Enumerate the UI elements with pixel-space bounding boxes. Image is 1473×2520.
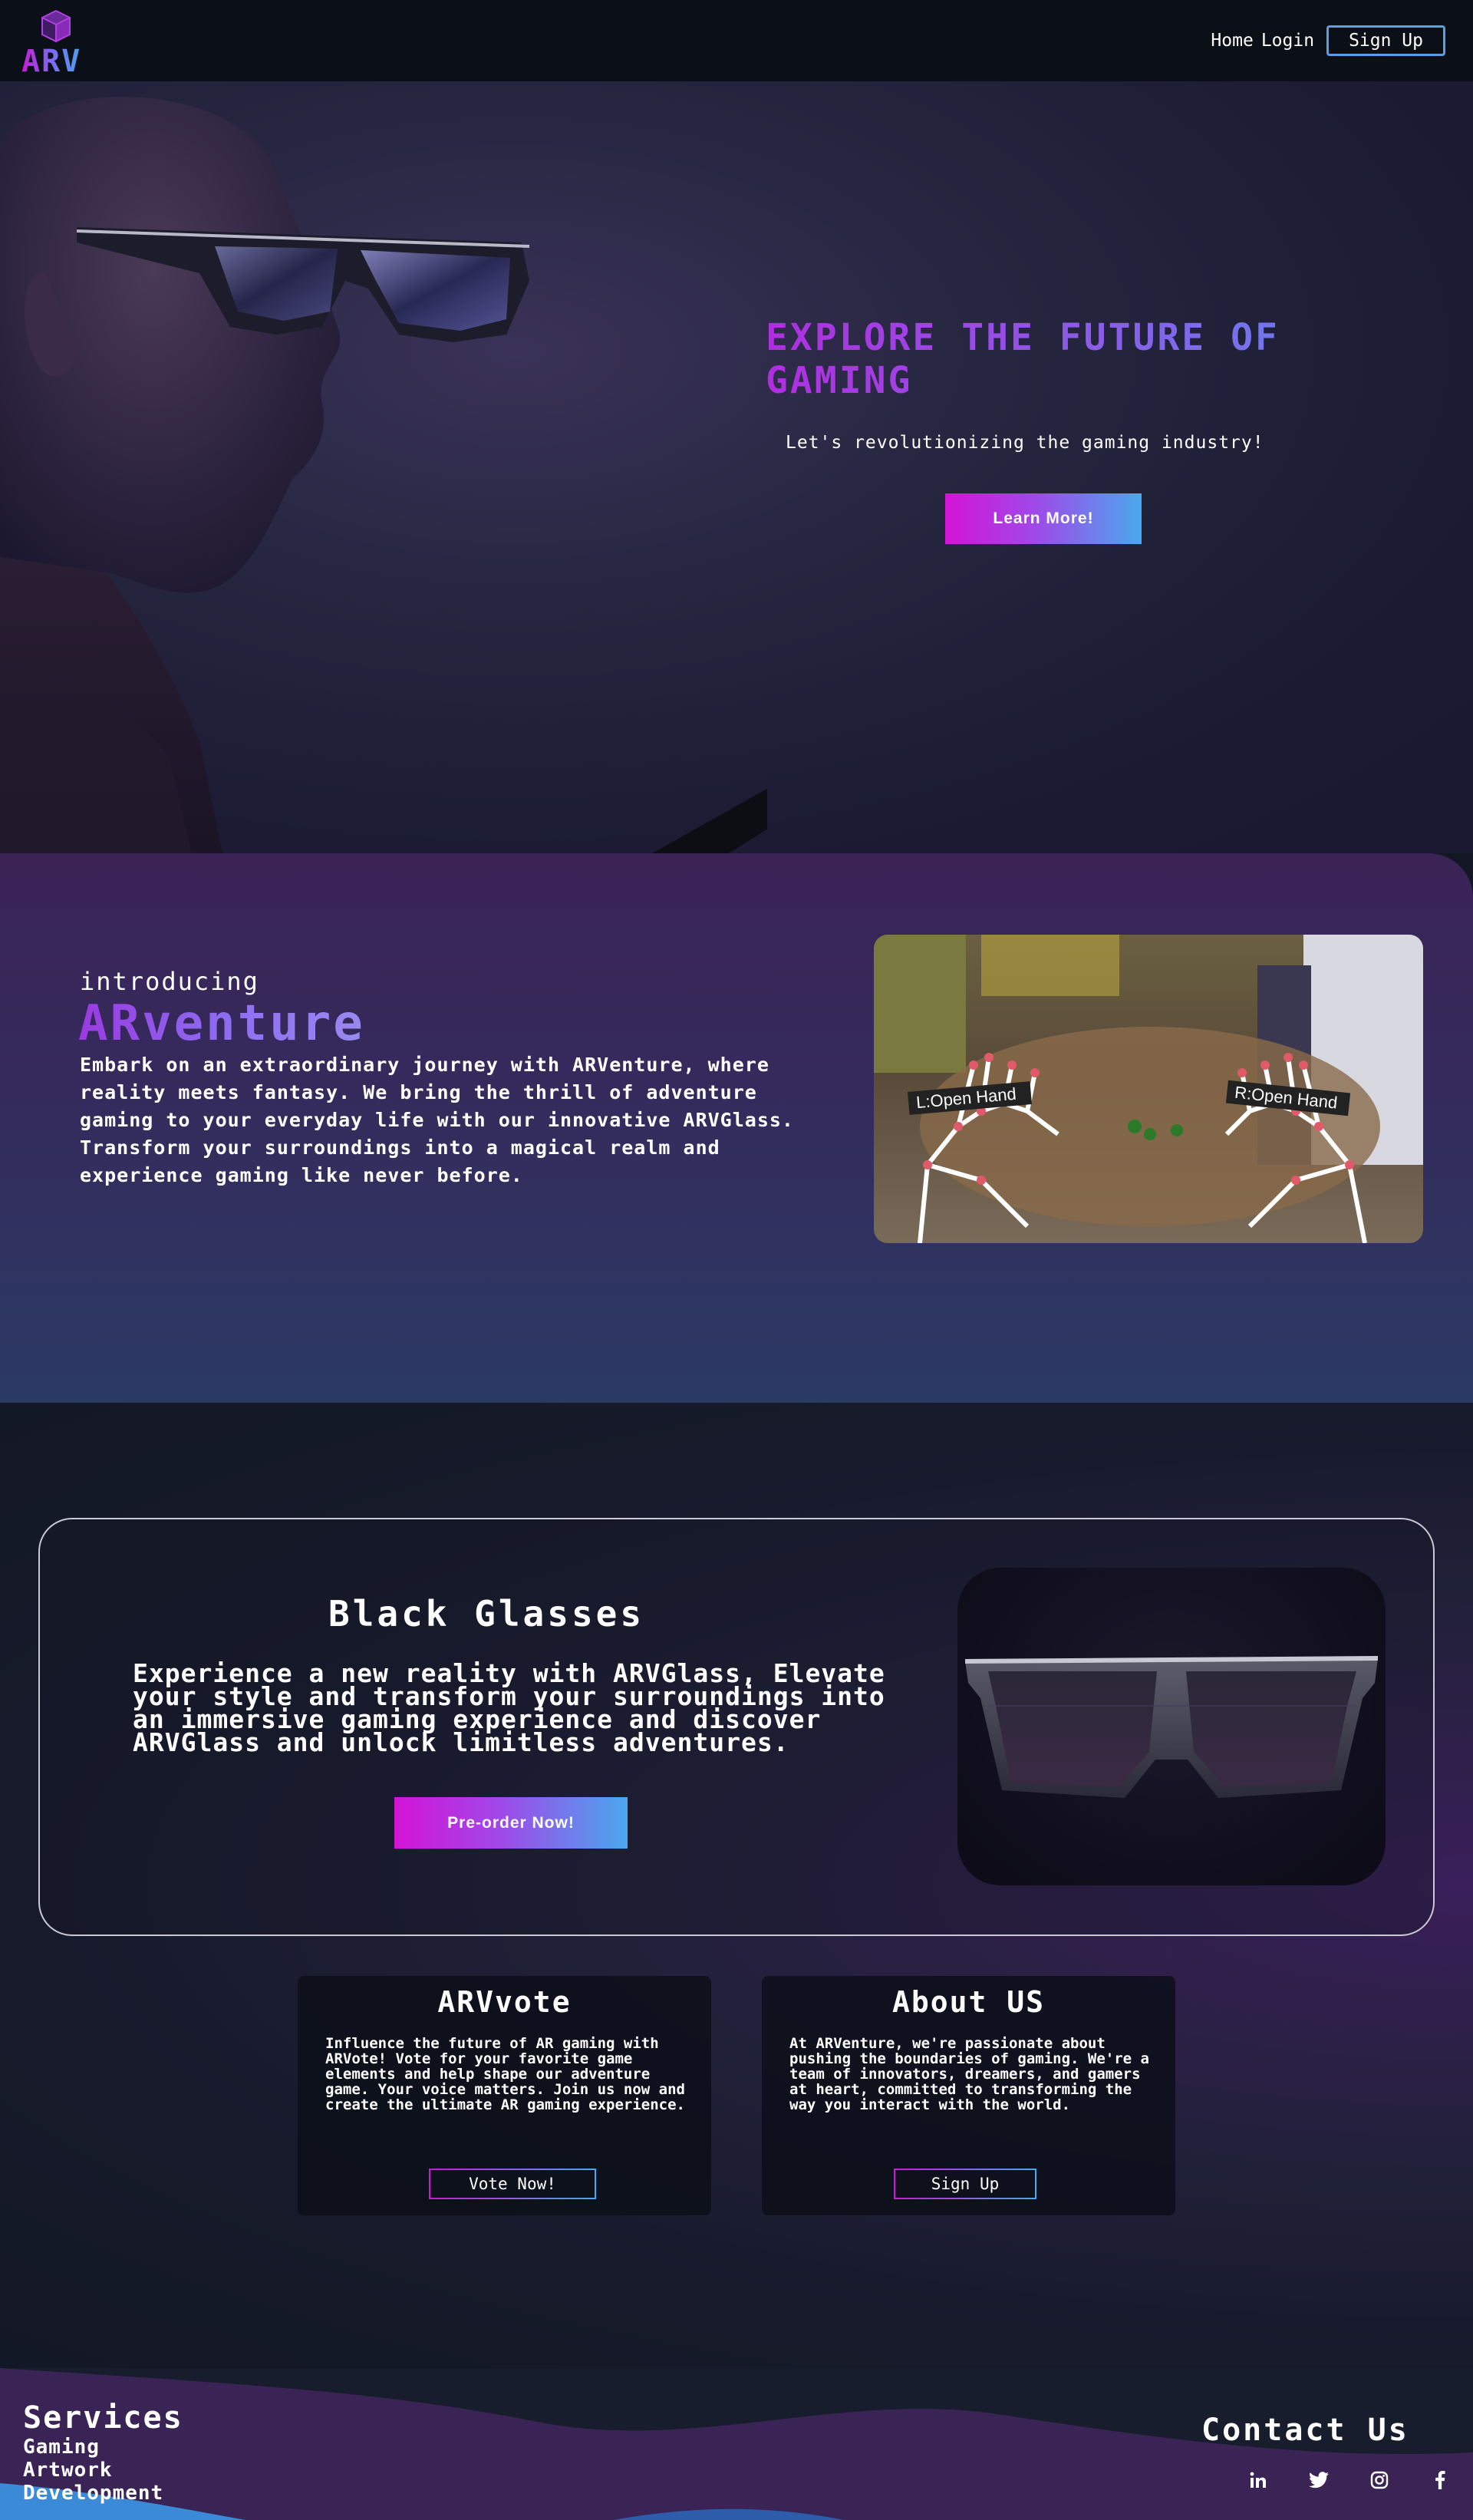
glasses-image <box>957 1568 1386 1885</box>
hero-section: EXPLORE THE FUTURE OF GAMING Let's revol… <box>0 81 1473 853</box>
contact-title: Contact Us <box>1201 2413 1409 2448</box>
cube-logo-icon <box>41 10 71 43</box>
social-links <box>1228 2468 1470 2492</box>
top-navbar: ARV Home Login Sign Up <box>0 0 1473 81</box>
hand-tracking-image: L:Open Hand R:Open Hand <box>874 935 1423 1243</box>
vote-now-button[interactable]: Vote Now! <box>429 2169 596 2199</box>
vote-card: ARVvote Influence the future of AR gamin… <box>298 1976 711 2215</box>
services-item-artwork[interactable]: Artwork <box>23 2459 163 2482</box>
services-item-development[interactable]: Development <box>23 2482 163 2505</box>
learn-more-button[interactable]: Learn More! <box>945 493 1142 544</box>
linkedin-icon[interactable] <box>1228 2468 1288 2492</box>
nav-links: Home Login Sign Up <box>1211 25 1445 56</box>
nav-home-link[interactable]: Home <box>1211 31 1253 51</box>
footer: Services Gaming Artwork Development Cont… <box>0 2368 1473 2520</box>
about-description: At ARVenture, we're passionate about pus… <box>789 2035 1149 2113</box>
twitter-icon[interactable] <box>1288 2468 1349 2492</box>
facebook-icon[interactable] <box>1409 2468 1470 2492</box>
preorder-button[interactable]: Pre-order Now! <box>394 1797 628 1849</box>
intro-kicker: introducing <box>80 967 259 996</box>
services-list: Gaming Artwork Development <box>23 2436 163 2505</box>
vote-title: ARVvote <box>437 1985 572 2019</box>
intro-brand-title: ARventure <box>78 995 365 1052</box>
product-description: Experience a new reality with ARVGlass, … <box>133 1658 885 1757</box>
nav-login-link[interactable]: Login <box>1261 31 1314 51</box>
intro-section: introducing ARventure Embark on an extra… <box>0 853 1473 1403</box>
hero-subtitle: Let's revolutionizing the gaming industr… <box>786 433 1264 453</box>
instagram-icon[interactable] <box>1349 2468 1409 2492</box>
intro-description: Embark on an extraordinary journey with … <box>80 1054 794 1186</box>
logo[interactable]: ARV <box>21 4 98 79</box>
vote-description: Influence the future of AR gaming with A… <box>325 2035 685 2113</box>
product-title: Black Glasses <box>328 1593 645 1634</box>
logo-text: ARV <box>21 44 82 79</box>
services-title: Services <box>23 2400 183 2436</box>
about-card: About US At ARVenture, we're passionate … <box>762 1976 1175 2215</box>
about-signup-button[interactable]: Sign Up <box>894 2169 1036 2199</box>
about-title: About US <box>891 1985 1046 2019</box>
nav-signup-button[interactable]: Sign Up <box>1326 25 1445 56</box>
hero-title: EXPLORE THE FUTURE OF GAMING <box>766 316 1441 402</box>
hero-person-image <box>0 97 767 853</box>
services-item-gaming[interactable]: Gaming <box>23 2436 163 2459</box>
